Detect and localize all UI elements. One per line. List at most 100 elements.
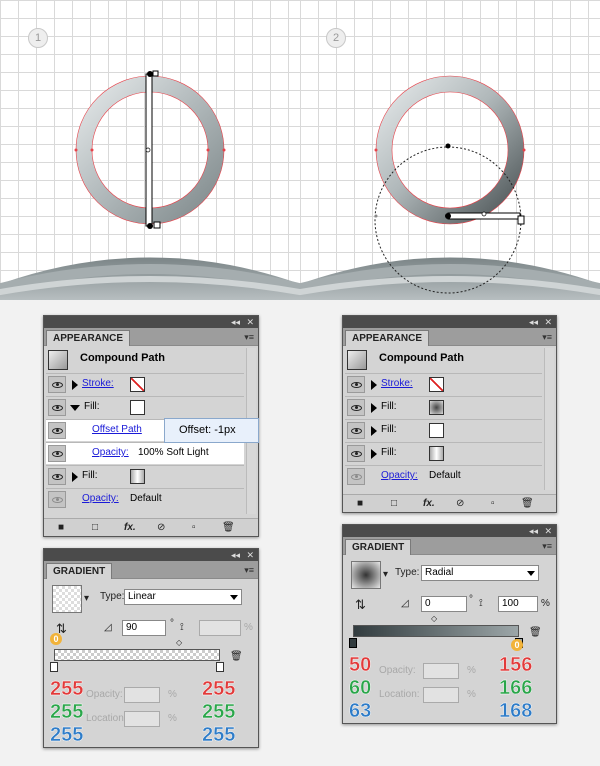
trash-icon[interactable]: 🗑 <box>521 498 534 509</box>
offset-path-link[interactable]: Offset Path <box>92 424 142 435</box>
opacity-input[interactable] <box>423 663 459 679</box>
close-icon[interactable]: ✕ <box>544 316 552 328</box>
stroke-swatch[interactable] <box>130 377 145 392</box>
expand-triangle-icon[interactable] <box>371 426 377 436</box>
collapse-icon[interactable]: ◂◂ <box>529 525 538 537</box>
close-icon[interactable]: ✕ <box>246 549 254 561</box>
fill-swatch[interactable] <box>130 469 145 484</box>
visibility-eye-icon[interactable] <box>347 468 365 485</box>
gradient-slider-bar[interactable] <box>54 649 220 661</box>
visibility-eye-icon[interactable] <box>347 399 365 416</box>
opacity-row-2[interactable]: Opacity: Default <box>46 488 244 510</box>
gradient-stop-right[interactable] <box>216 662 224 672</box>
add-stroke-icon[interactable]: ■ <box>357 498 363 509</box>
opacity-link[interactable]: Opacity: <box>381 470 418 481</box>
swatch-dropdown-icon[interactable]: ▾ <box>383 569 388 580</box>
type-select[interactable]: Linear <box>124 589 242 605</box>
trash-icon[interactable]: 🗑 <box>230 651 243 662</box>
stroke-label[interactable]: Stroke: <box>82 378 114 389</box>
gradient-stop-left[interactable] <box>50 662 58 672</box>
clear-icon[interactable]: ⊘ <box>456 498 464 509</box>
fill-swatch[interactable] <box>429 400 444 415</box>
appearance-header-row[interactable]: Compound Path <box>46 348 244 372</box>
panel-titlebar[interactable]: ◂◂ ✕ <box>343 316 556 328</box>
appearance-header-row[interactable]: Compound Path <box>345 348 542 372</box>
expand-triangle-icon[interactable] <box>72 380 78 390</box>
fill-row[interactable]: Fill: <box>46 396 244 418</box>
panel-titlebar[interactable]: ◂◂ ✕ <box>44 316 258 328</box>
tab-appearance[interactable]: APPEARANCE <box>46 330 131 346</box>
panel-menu-icon[interactable]: ▾≡ <box>542 541 552 552</box>
fill-row[interactable]: Fill: <box>345 396 542 418</box>
panel-menu-icon[interactable]: ▾≡ <box>244 565 254 576</box>
opacity-row[interactable]: Opacity: Default <box>345 465 542 487</box>
panel-menu-icon[interactable]: ▾≡ <box>542 332 552 343</box>
midpoint-diamond[interactable]: ◇ <box>431 614 437 623</box>
visibility-eye-icon[interactable] <box>48 376 66 393</box>
tab-appearance[interactable]: APPEARANCE <box>345 330 430 346</box>
fx-icon[interactable]: fx. <box>423 498 435 509</box>
opacity-input[interactable] <box>124 687 160 703</box>
gradient-swatch[interactable] <box>351 561 381 589</box>
opacity-link[interactable]: Opacity: <box>82 493 119 504</box>
panel-menu-icon[interactable]: ▾≡ <box>244 332 254 343</box>
opacity-row[interactable]: Opacity: 100% Soft Light <box>46 442 244 464</box>
visibility-eye-icon[interactable] <box>347 376 365 393</box>
trash-icon[interactable]: 🗑 <box>529 627 542 638</box>
visibility-eye-icon[interactable] <box>48 468 66 485</box>
gradient-stop-left[interactable] <box>349 638 357 648</box>
visibility-eye-icon[interactable] <box>48 445 66 462</box>
fill-swatch[interactable] <box>429 423 444 438</box>
opacity-link[interactable]: Opacity: <box>92 447 129 458</box>
type-select[interactable]: Radial <box>421 565 539 581</box>
close-icon[interactable]: ✕ <box>246 316 254 328</box>
expand-triangle-icon[interactable] <box>371 403 377 413</box>
duplicate-icon[interactable]: ▫ <box>192 522 196 533</box>
scrollbar[interactable] <box>544 348 554 490</box>
aspect-ratio-input[interactable] <box>199 620 241 636</box>
tab-gradient[interactable]: GRADIENT <box>345 539 412 555</box>
angle-input[interactable]: 0 <box>421 596 467 612</box>
clear-icon[interactable]: ⊘ <box>157 522 165 533</box>
collapse-triangle-icon[interactable] <box>70 405 80 411</box>
visibility-eye-icon[interactable] <box>48 399 66 416</box>
visibility-eye-icon[interactable] <box>347 422 365 439</box>
angle-input[interactable]: 90 <box>122 620 166 636</box>
visibility-eye-icon[interactable] <box>48 422 66 439</box>
fx-icon[interactable]: fx. <box>124 522 136 533</box>
midpoint-diamond[interactable]: ◇ <box>176 638 182 647</box>
fill-row-3[interactable]: Fill: <box>345 442 542 464</box>
gradient-slider-bar[interactable] <box>353 625 519 637</box>
panel-titlebar[interactable]: ◂◂ ✕ <box>343 525 556 537</box>
stroke-swatch[interactable] <box>429 377 444 392</box>
expand-triangle-icon[interactable] <box>371 449 377 459</box>
collapse-icon[interactable]: ◂◂ <box>231 549 240 561</box>
visibility-eye-icon[interactable] <box>347 445 365 462</box>
swatch-dropdown-icon[interactable]: ▾ <box>84 593 89 604</box>
fill-swatch[interactable] <box>429 446 444 461</box>
add-fill-icon[interactable]: □ <box>391 498 397 509</box>
fill-row-2[interactable]: Fill: <box>345 419 542 441</box>
expand-triangle-icon[interactable] <box>72 472 78 482</box>
collapse-icon[interactable]: ◂◂ <box>231 316 240 328</box>
panel-titlebar[interactable]: ◂◂ ✕ <box>44 549 258 561</box>
add-stroke-icon[interactable]: ■ <box>58 522 64 533</box>
fill-row-2[interactable]: Fill: <box>46 465 244 487</box>
location-input[interactable] <box>124 711 160 727</box>
reverse-gradient-icon[interactable]: ⇅ <box>355 597 366 613</box>
stroke-label[interactable]: Stroke: <box>381 378 413 389</box>
stroke-row[interactable]: Stroke: <box>345 373 542 395</box>
expand-triangle-icon[interactable] <box>371 380 377 390</box>
add-fill-icon[interactable]: □ <box>92 522 98 533</box>
collapse-icon[interactable]: ◂◂ <box>529 316 538 328</box>
tab-gradient[interactable]: GRADIENT <box>46 563 113 579</box>
aspect-ratio-input[interactable]: 100 <box>498 596 538 612</box>
trash-icon[interactable]: 🗑 <box>222 522 235 533</box>
close-icon[interactable]: ✕ <box>544 525 552 537</box>
fill-swatch[interactable] <box>130 400 145 415</box>
location-input[interactable] <box>423 687 459 703</box>
stroke-row[interactable]: Stroke: <box>46 373 244 395</box>
duplicate-icon[interactable]: ▫ <box>491 498 495 509</box>
gradient-swatch[interactable] <box>52 585 82 613</box>
visibility-eye-icon[interactable] <box>48 491 66 508</box>
